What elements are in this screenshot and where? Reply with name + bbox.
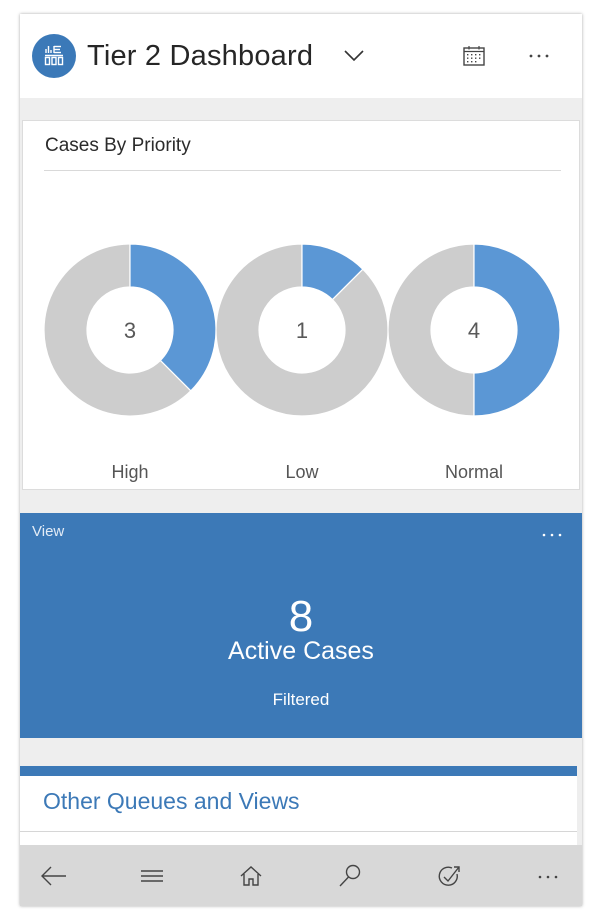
other-queues-card[interactable]: Other Queues and Views bbox=[20, 776, 577, 831]
tile-count: 8 bbox=[288, 592, 314, 641]
queues-accent-bar bbox=[20, 766, 577, 776]
donut-center-value: 3 bbox=[124, 318, 136, 343]
more-horizontal-icon[interactable] bbox=[524, 42, 554, 70]
more-horizontal-icon[interactable] bbox=[538, 525, 566, 545]
bottom-navbar bbox=[20, 845, 582, 906]
app-frame: Tier 2 Dashboard Cases By Priority 3 Hig… bbox=[20, 14, 582, 906]
more-horizontal-icon bbox=[538, 875, 558, 879]
donut-value-segment[interactable] bbox=[473, 243, 561, 417]
donut-chart: 3 High 1 Low 4 Normal bbox=[43, 243, 561, 482]
app-header: Tier 2 Dashboard bbox=[20, 14, 582, 98]
dashboard-icon bbox=[32, 34, 76, 78]
cases-by-priority-card: Cases By Priority 3 High 1 Low 4 Normal bbox=[22, 120, 580, 490]
tile-filter-label: Filtered bbox=[272, 690, 330, 709]
more-button[interactable] bbox=[530, 859, 566, 893]
activities-button[interactable] bbox=[431, 859, 467, 893]
tile-caption: View bbox=[32, 523, 65, 540]
page-title[interactable]: Tier 2 Dashboard bbox=[87, 34, 313, 78]
other-queues-link[interactable]: Other Queues and Views bbox=[43, 788, 300, 815]
chevron-down-icon[interactable] bbox=[342, 44, 366, 68]
task-check-icon bbox=[438, 866, 460, 886]
donut-center-value: 1 bbox=[296, 318, 308, 343]
donut-remainder-segment[interactable] bbox=[387, 243, 475, 417]
back-button[interactable] bbox=[36, 859, 72, 893]
category-label: High bbox=[111, 462, 148, 482]
category-label: Low bbox=[285, 462, 319, 482]
calendar-icon[interactable] bbox=[460, 42, 488, 70]
tile-label: Active Cases bbox=[228, 637, 374, 665]
donut-value-segment[interactable] bbox=[129, 243, 217, 392]
search-icon bbox=[339, 864, 361, 887]
active-cases-tile[interactable]: View 8 Active Cases Filtered bbox=[20, 513, 582, 738]
donut-low[interactable]: 1 Low bbox=[215, 243, 389, 482]
menu-button[interactable] bbox=[134, 859, 170, 893]
donut-normal[interactable]: 4 Normal bbox=[387, 243, 561, 482]
arrow-left-icon bbox=[41, 866, 66, 886]
list-area bbox=[20, 832, 577, 845]
home-button[interactable] bbox=[233, 859, 269, 893]
home-icon bbox=[240, 866, 262, 886]
search-button[interactable] bbox=[332, 859, 368, 893]
category-label: Normal bbox=[445, 462, 503, 482]
donut-high[interactable]: 3 High bbox=[43, 243, 217, 482]
donut-center-value: 4 bbox=[468, 318, 480, 343]
hamburger-icon bbox=[141, 870, 163, 882]
